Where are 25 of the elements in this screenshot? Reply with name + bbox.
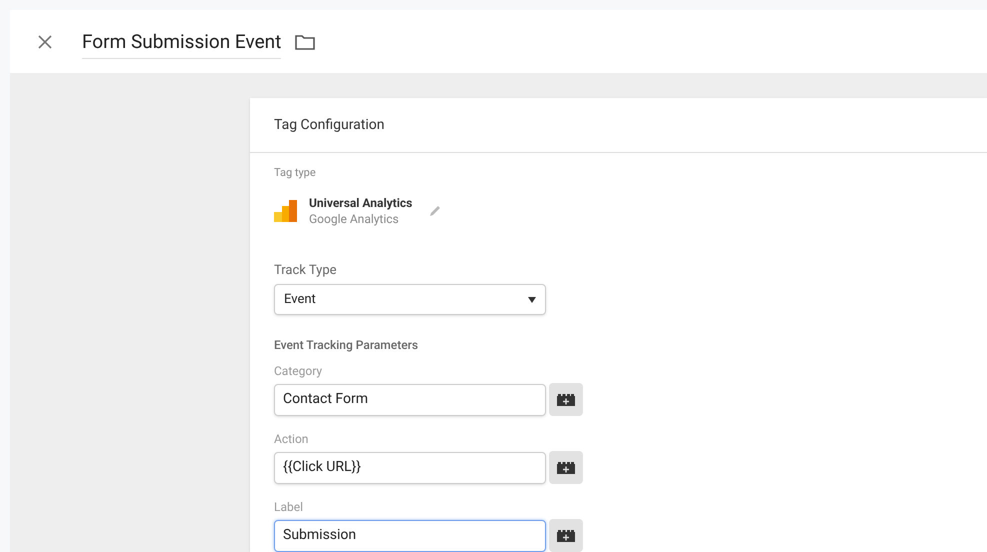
text-field[interactable]: Contact Form bbox=[274, 384, 546, 416]
variable-icon bbox=[557, 530, 575, 542]
field-label: Action bbox=[274, 431, 310, 448]
card-title: Tag Configuration bbox=[274, 116, 384, 134]
tag-type-name: Universal Analytics bbox=[309, 196, 412, 210]
close-button[interactable] bbox=[36, 32, 54, 50]
section-heading: Event Tracking Parameters bbox=[274, 337, 420, 354]
tag-name-field[interactable]: Form Submission Event bbox=[82, 28, 282, 60]
dropdown-caret-icon bbox=[528, 296, 536, 302]
variable-icon bbox=[557, 394, 575, 406]
close-icon bbox=[37, 34, 53, 50]
folder-icon[interactable] bbox=[295, 34, 316, 50]
field-label: Label bbox=[274, 499, 304, 516]
field-label: Tag type bbox=[274, 165, 317, 181]
track-type-select[interactable]: Event bbox=[274, 284, 546, 315]
variable-button[interactable] bbox=[549, 383, 583, 416]
field-label: Category bbox=[274, 363, 324, 380]
analytics-logo-icon bbox=[274, 200, 297, 222]
variable-icon bbox=[557, 462, 575, 474]
text-field[interactable]: {{Click URL}} bbox=[274, 452, 546, 484]
variable-button[interactable] bbox=[549, 519, 583, 552]
text-field[interactable]: Submission bbox=[274, 520, 546, 552]
tag-type-vendor: Google Analytics bbox=[309, 210, 400, 226]
field-label: Track Type bbox=[274, 262, 338, 280]
variable-button[interactable] bbox=[549, 451, 583, 484]
